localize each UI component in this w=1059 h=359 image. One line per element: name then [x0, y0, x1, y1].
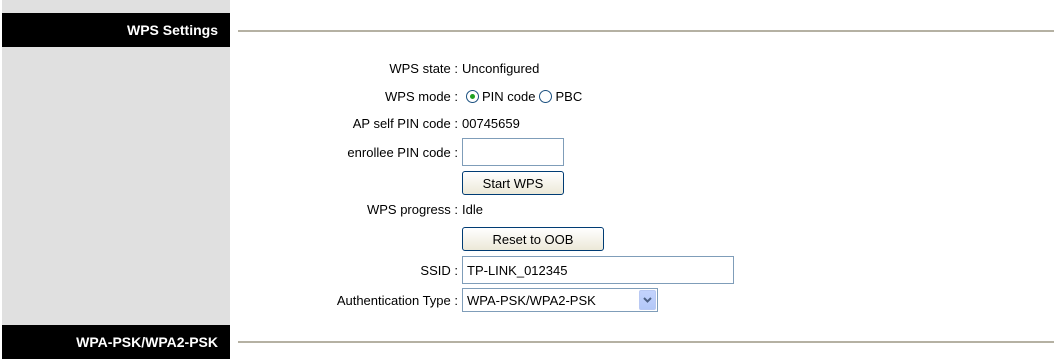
enrollee-pin-row: enrollee PIN code : — [238, 138, 1054, 166]
wps-mode-label: WPS mode : — [385, 88, 458, 104]
ssid-row: SSID : — [238, 256, 1054, 284]
wps-mode-radio-group: PIN code PBC — [462, 89, 582, 104]
pin-code-radio[interactable] — [466, 89, 479, 103]
pin-code-radio-label[interactable]: PIN code — [482, 89, 535, 104]
pbc-radio-label[interactable]: PBC — [555, 89, 582, 104]
ssid-label: SSID : — [420, 262, 458, 278]
pbc-radio[interactable] — [539, 89, 553, 103]
ap-pin-label: AP self PIN code : — [352, 115, 458, 131]
wps-progress-value: Idle — [462, 201, 483, 217]
ap-pin-value: 00745659 — [462, 115, 520, 131]
enrollee-pin-input[interactable] — [462, 138, 564, 166]
auth-type-select[interactable]: WPA-PSK/WPA2-PSK — [462, 288, 658, 312]
start-wps-button[interactable]: Start WPS — [462, 171, 564, 195]
wps-state-row: WPS state : Unconfigured — [238, 55, 1054, 81]
wps-settings-header: WPS Settings — [2, 13, 230, 47]
enrollee-pin-label: enrollee PIN code : — [347, 144, 458, 160]
wps-progress-row: WPS progress : Idle — [238, 196, 1054, 222]
auth-type-row: Authentication Type : WPA-PSK/WPA2-PSK — [238, 287, 1054, 313]
wpa-psk-header: WPA-PSK/WPA2-PSK — [2, 325, 230, 359]
ap-pin-row: AP self PIN code : 00745659 — [238, 110, 1054, 136]
wps-settings-title: WPS Settings — [126, 22, 218, 38]
wps-state-value: Unconfigured — [462, 60, 540, 76]
start-wps-row: Start WPS — [238, 170, 1054, 196]
auth-type-label: Authentication Type : — [336, 292, 458, 308]
section-divider — [238, 341, 1054, 343]
wpa-psk-title: WPA-PSK/WPA2-PSK — [76, 334, 218, 350]
reset-to-oob-button[interactable]: Reset to OOB — [462, 227, 604, 251]
chevron-down-icon[interactable] — [639, 290, 656, 310]
wps-state-label: WPS state : — [389, 60, 458, 76]
auth-type-selected-value: WPA-PSK/WPA2-PSK — [467, 292, 596, 308]
sidebar-panel — [2, 0, 230, 356]
ssid-input[interactable] — [462, 256, 734, 284]
reset-oob-row: Reset to OOB — [238, 226, 1054, 252]
section-divider — [238, 30, 1054, 32]
wps-mode-row: WPS mode : PIN code PBC — [238, 83, 1054, 109]
wps-progress-label: WPS progress : — [366, 201, 458, 217]
